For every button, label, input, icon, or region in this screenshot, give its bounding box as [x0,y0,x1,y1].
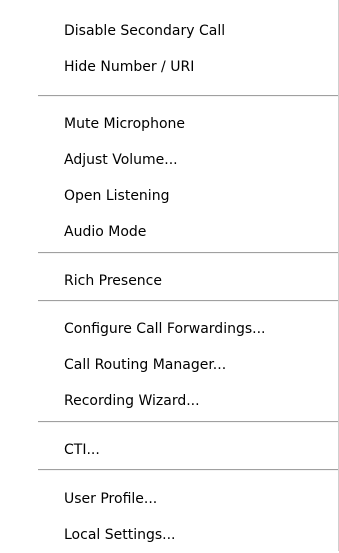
menu-separator [38,469,338,471]
menu-separator [38,95,338,97]
menu-item-disable-secondary-call[interactable]: Disable Secondary Call [64,13,225,49]
menu-item-hide-number-uri[interactable]: Hide Number / URI [64,49,194,85]
menu-item-open-listening[interactable]: Open Listening [64,178,169,214]
menu-item-adjust-volume[interactable]: Adjust Volume... [64,142,178,178]
menu-separator [38,300,338,302]
menu-item-local-settings[interactable]: Local Settings... [64,517,176,553]
menu-separator [38,252,338,254]
menu-item-recording-wizard[interactable]: Recording Wizard... [64,383,200,419]
menu-item-cti[interactable]: CTI... [64,432,100,468]
menu-item-user-profile[interactable]: User Profile... [64,481,157,517]
menu-item-configure-call-forwardings[interactable]: Configure Call Forwardings... [64,311,265,347]
menu-separator [38,421,338,423]
context-menu: Disable Secondary Call Hide Number / URI… [0,0,339,551]
menu-item-rich-presence[interactable]: Rich Presence [64,263,162,299]
menu-item-mute-microphone[interactable]: Mute Microphone [64,106,185,142]
menu-item-call-routing-manager[interactable]: Call Routing Manager... [64,347,226,383]
menu-item-audio-mode[interactable]: Audio Mode [64,214,146,250]
